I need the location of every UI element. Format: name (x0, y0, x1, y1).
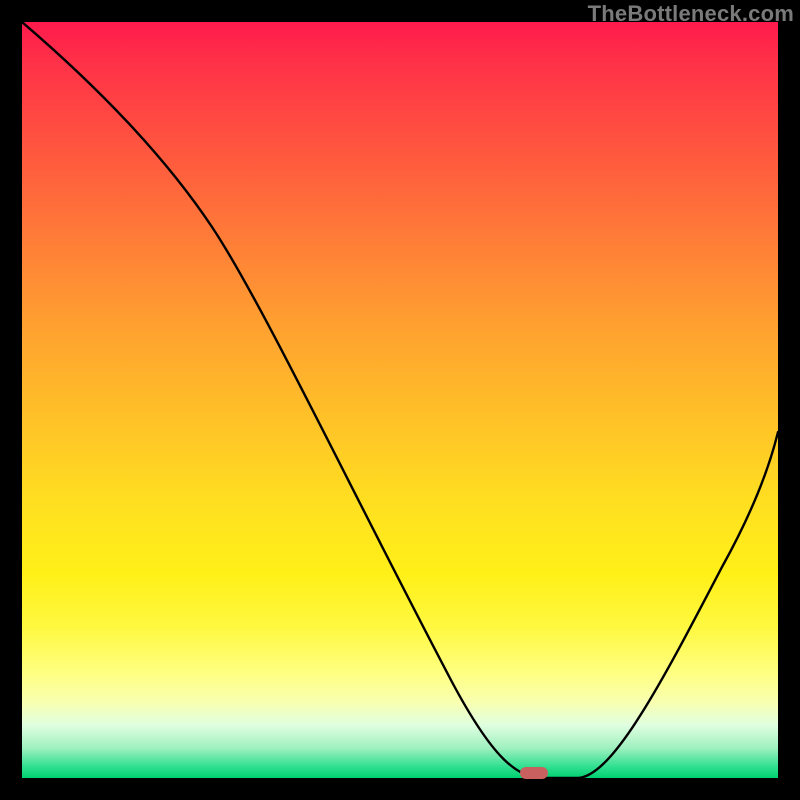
curve-path (22, 22, 778, 778)
bottleneck-curve (22, 22, 778, 778)
optimal-marker (520, 767, 548, 779)
plot-area (22, 22, 778, 778)
